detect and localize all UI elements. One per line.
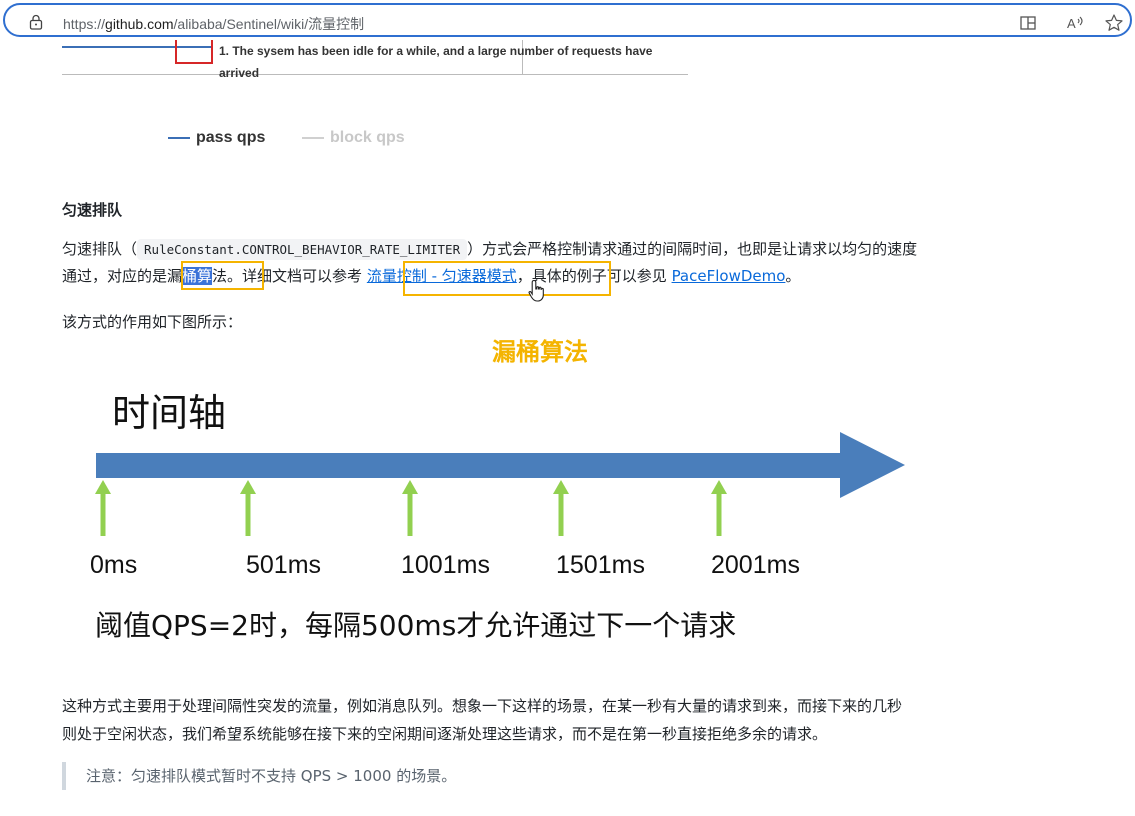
legend-block-swatch — [302, 136, 324, 139]
timeline-tick-arrow — [95, 480, 111, 536]
legend-block-label: block qps — [330, 129, 405, 146]
chart-note: 1. The sysem has been idle for a while, … — [219, 44, 653, 58]
svg-text:A: A — [1067, 16, 1076, 31]
p1-text-b: ）方式会严格控制请求通过的间隔时间，也即是让请求以均匀的速度 — [467, 240, 918, 258]
timeline-tick-label: 1501ms — [556, 551, 645, 579]
url-field[interactable]: https://github.com/alibaba/Sentinel/wiki… — [3, 3, 1132, 37]
paragraph-1-line-1: 匀速排队（ RuleConstant.CONTROL_BEHAVIOR_RATE_… — [62, 235, 917, 264]
link-rate-limiter-mode[interactable]: 流量控制 - 匀速器模式 — [367, 267, 517, 285]
p2-text-a: 通过，对应的是 — [62, 267, 168, 285]
section-heading: 匀速排队 — [62, 201, 123, 219]
timeline-tick-label: 1001ms — [401, 551, 490, 579]
paragraph-3-line-2: 则处于空闲状态，我们希望系统能够在接下来的空闲期间逐渐处理这些请求，而不是在第一… — [62, 725, 828, 743]
timeline-tick-arrow — [402, 480, 418, 536]
p1-text-a: 匀速排队（ — [62, 240, 138, 258]
read-aloud-icon[interactable]: A — [1065, 13, 1085, 33]
timeline-tick-label: 501ms — [246, 551, 322, 579]
selected-text: 桶算 — [182, 267, 213, 285]
p2-text-b: 漏 — [167, 267, 183, 285]
url-text: https://github.com/alibaba/Sentinel/wiki… — [63, 14, 364, 34]
inline-code: RuleConstant.CONTROL_BEHAVIOR_RATE_LIMIT… — [137, 239, 468, 260]
hand-cursor-icon — [528, 279, 544, 302]
legend-pass-label: pass qps — [196, 129, 266, 146]
timeline-tick-label: 2001ms — [711, 551, 800, 579]
timeline-arrow — [96, 432, 905, 498]
blockquote-note: 注意：匀速排队模式暂时不支持 QPS > 1000 的场景。 — [62, 762, 456, 790]
paragraph-3: 这种方式主要用于处理间隔性突发的流量，例如消息队列。想象一下这样的场景，在某一秒… — [62, 692, 902, 748]
chart-axis-line — [62, 74, 688, 75]
legend-pass-swatch — [168, 136, 190, 139]
chart-annotation-bracket — [175, 40, 213, 64]
timeline-tick-arrow — [711, 480, 727, 536]
url-path: /alibaba/Sentinel/wiki/流量控制 — [173, 16, 365, 32]
paragraph-3-line-1: 这种方式主要用于处理间隔性突发的流量，例如消息队列。想象一下这样的场景，在某一秒… — [62, 697, 903, 715]
timeline-tick-arrow — [553, 480, 569, 536]
timeline-diagram — [95, 432, 905, 536]
p2-text-e: 。 — [785, 267, 801, 285]
annotation-leaky-bucket: 漏桶算法 — [492, 338, 588, 366]
split-screen-icon[interactable] — [1018, 13, 1038, 33]
url-host: github.com — [105, 16, 174, 32]
timeline-caption: 阈值QPS=2时，每隔500ms才允许通过下一个请求 — [95, 609, 737, 642]
link-paceflowdemo[interactable]: PaceFlowDemo — [672, 267, 786, 285]
url-prefix: https:// — [63, 16, 106, 32]
lock-icon[interactable] — [29, 14, 43, 30]
favorite-star-icon[interactable] — [1104, 13, 1124, 33]
paragraph-1-line-2: 通过，对应的是漏桶算法。详细文档可以参考 流量控制 - 匀速器模式，具体的例子可… — [62, 262, 800, 290]
paragraph-2: 该方式的作用如下图所示： — [62, 313, 243, 331]
p2-text-c: 法。详细文档可以参考 — [212, 267, 367, 285]
timeline-tick-label: 0ms — [90, 551, 138, 579]
timeline-tick-arrow — [240, 480, 256, 536]
legend-block: block qps — [302, 129, 405, 147]
address-bar: https://github.com/alibaba/Sentinel/wiki… — [0, 0, 1135, 40]
chart-note-cont: arrived — [219, 66, 260, 80]
legend-pass: pass qps — [168, 129, 265, 147]
